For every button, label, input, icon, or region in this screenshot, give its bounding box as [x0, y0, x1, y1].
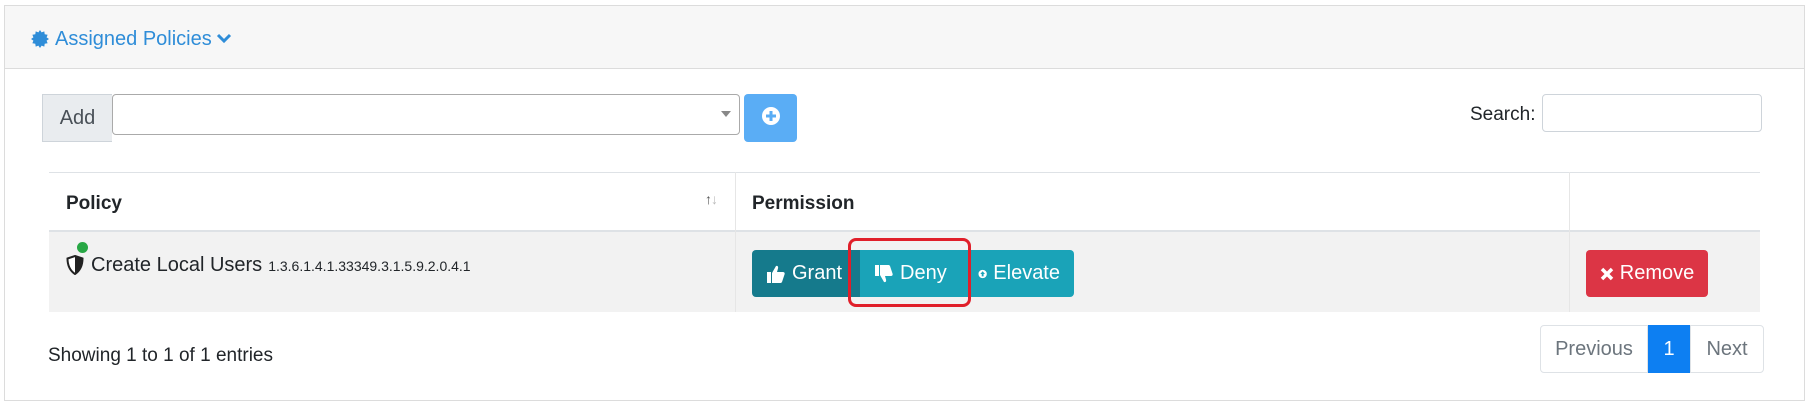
card-title: Assigned Policies — [55, 27, 212, 50]
chevron-down-icon — [216, 33, 232, 45]
sort-icon[interactable]: ↑↓ — [705, 191, 718, 207]
search-input[interactable] — [1542, 94, 1762, 132]
column-header-policy[interactable]: Policy — [66, 193, 122, 215]
arrow-up-circle-icon — [978, 269, 987, 278]
elevate-button[interactable]: Elevate — [964, 250, 1074, 297]
remove-label: Remove — [1619, 262, 1695, 284]
add-policy-button[interactable] — [744, 94, 797, 142]
next-page-button[interactable]: Next — [1690, 325, 1764, 373]
add-label: Add — [42, 94, 112, 142]
shield-icon — [66, 254, 84, 280]
table-info: Showing 1 to 1 of 1 entries — [48, 345, 273, 366]
plus-circle-icon — [761, 106, 781, 131]
policy-select[interactable] — [112, 94, 740, 135]
search-label: Search: — [1470, 104, 1536, 125]
status-dot-icon — [77, 242, 88, 253]
close-icon — [1600, 267, 1613, 280]
page-1-button[interactable]: 1 — [1648, 325, 1690, 373]
grant-label: Grant — [792, 262, 843, 284]
policy-name: Create Local Users 1.3.6.1.4.1.33349.3.1.… — [91, 254, 471, 277]
gear-badge-icon — [31, 30, 49, 48]
policy-name-text: Create Local Users — [91, 254, 263, 276]
deny-label: Deny — [900, 262, 947, 284]
permission-button-group: Grant Deny Elevate — [752, 250, 1074, 297]
card-header: Assigned Policies — [5, 6, 1804, 69]
add-policy-group: Add — [42, 94, 740, 142]
assigned-policies-toggle[interactable]: Assigned Policies — [31, 27, 232, 51]
elevate-label: Elevate — [993, 262, 1060, 284]
column-divider — [1569, 172, 1570, 312]
thumbs-down-icon — [875, 264, 893, 282]
remove-button[interactable]: Remove — [1586, 250, 1708, 297]
thumbs-up-icon — [767, 265, 785, 283]
previous-page-button[interactable]: Previous — [1540, 325, 1648, 373]
pagination: Previous 1 Next — [1540, 325, 1764, 373]
caret-down-icon — [721, 111, 731, 117]
column-divider — [735, 172, 736, 312]
grant-button[interactable]: Grant — [752, 250, 860, 297]
table-row: Create Local Users 1.3.6.1.4.1.33349.3.1.… — [49, 232, 1760, 312]
policy-oid: 1.3.6.1.4.1.33349.3.1.5.9.2.0.4.1 — [268, 258, 471, 274]
table-header: Policy ↑↓ Permission — [49, 172, 1760, 232]
column-header-permission: Permission — [752, 193, 855, 214]
deny-button[interactable]: Deny — [860, 250, 964, 297]
